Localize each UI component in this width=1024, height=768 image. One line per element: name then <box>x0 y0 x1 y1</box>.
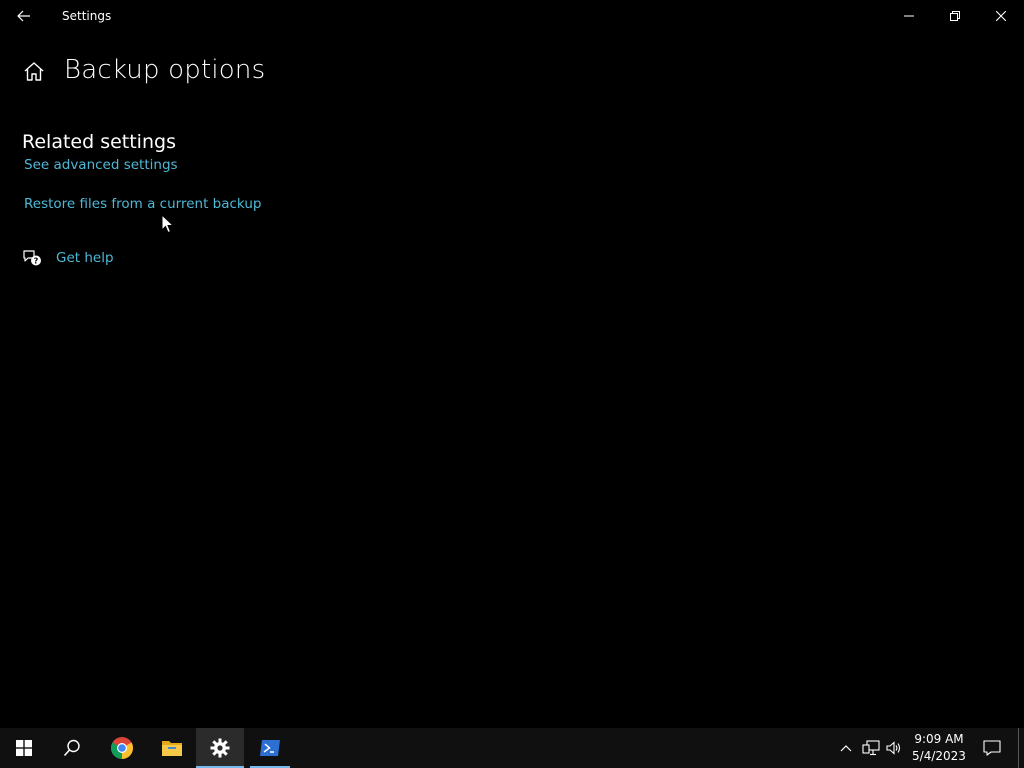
restore-button[interactable] <box>932 0 978 32</box>
minimize-icon <box>904 15 914 17</box>
page-title: Backup options <box>64 55 266 85</box>
chrome-icon <box>111 737 133 759</box>
close-button[interactable] <box>978 0 1024 32</box>
minimize-button[interactable] <box>886 0 932 32</box>
show-desktop-button[interactable] <box>1018 728 1024 768</box>
volume-icon <box>886 741 901 755</box>
mouse-cursor-icon <box>161 214 175 234</box>
title-bar: Settings <box>0 0 1024 32</box>
settings-gear-icon <box>210 738 230 758</box>
network-button[interactable] <box>859 728 883 768</box>
notification-icon <box>983 740 1001 756</box>
home-icon <box>24 62 44 81</box>
chevron-up-icon <box>840 745 852 752</box>
close-icon <box>996 11 1006 21</box>
taskbar: 9:09 AM 5/4/2023 <box>0 728 1024 768</box>
get-help-icon: ? <box>22 248 42 268</box>
taskbar-powershell[interactable] <box>246 728 294 768</box>
clock[interactable]: 9:09 AM 5/4/2023 <box>908 731 970 765</box>
taskbar-settings[interactable] <box>196 728 244 768</box>
related-settings-heading: Related settings <box>22 131 176 153</box>
window-title: Settings <box>62 9 112 23</box>
search-button[interactable] <box>48 728 96 768</box>
volume-button[interactable] <box>882 728 906 768</box>
taskbar-file-explorer[interactable] <box>148 728 196 768</box>
file-explorer-icon <box>162 741 182 756</box>
network-icon <box>862 740 880 756</box>
search-icon <box>63 739 80 757</box>
back-button[interactable] <box>8 0 40 32</box>
clock-date: 5/4/2023 <box>912 749 966 763</box>
restore-files-link[interactable]: Restore files from a current backup <box>24 196 261 212</box>
svg-text:?: ? <box>34 257 39 266</box>
clock-time: 9:09 AM <box>914 732 964 746</box>
get-help-link[interactable]: Get help <box>56 250 114 266</box>
back-arrow-icon <box>17 10 30 22</box>
action-center-button[interactable] <box>978 728 1006 768</box>
see-advanced-settings-link[interactable]: See advanced settings <box>24 157 178 173</box>
taskbar-chrome[interactable] <box>98 728 146 768</box>
powershell-icon <box>260 740 280 756</box>
show-hidden-icons-button[interactable] <box>834 728 858 768</box>
restore-icon <box>950 11 960 21</box>
windows-start-icon <box>16 740 32 756</box>
home-button[interactable] <box>22 60 46 84</box>
start-button[interactable] <box>0 728 48 768</box>
